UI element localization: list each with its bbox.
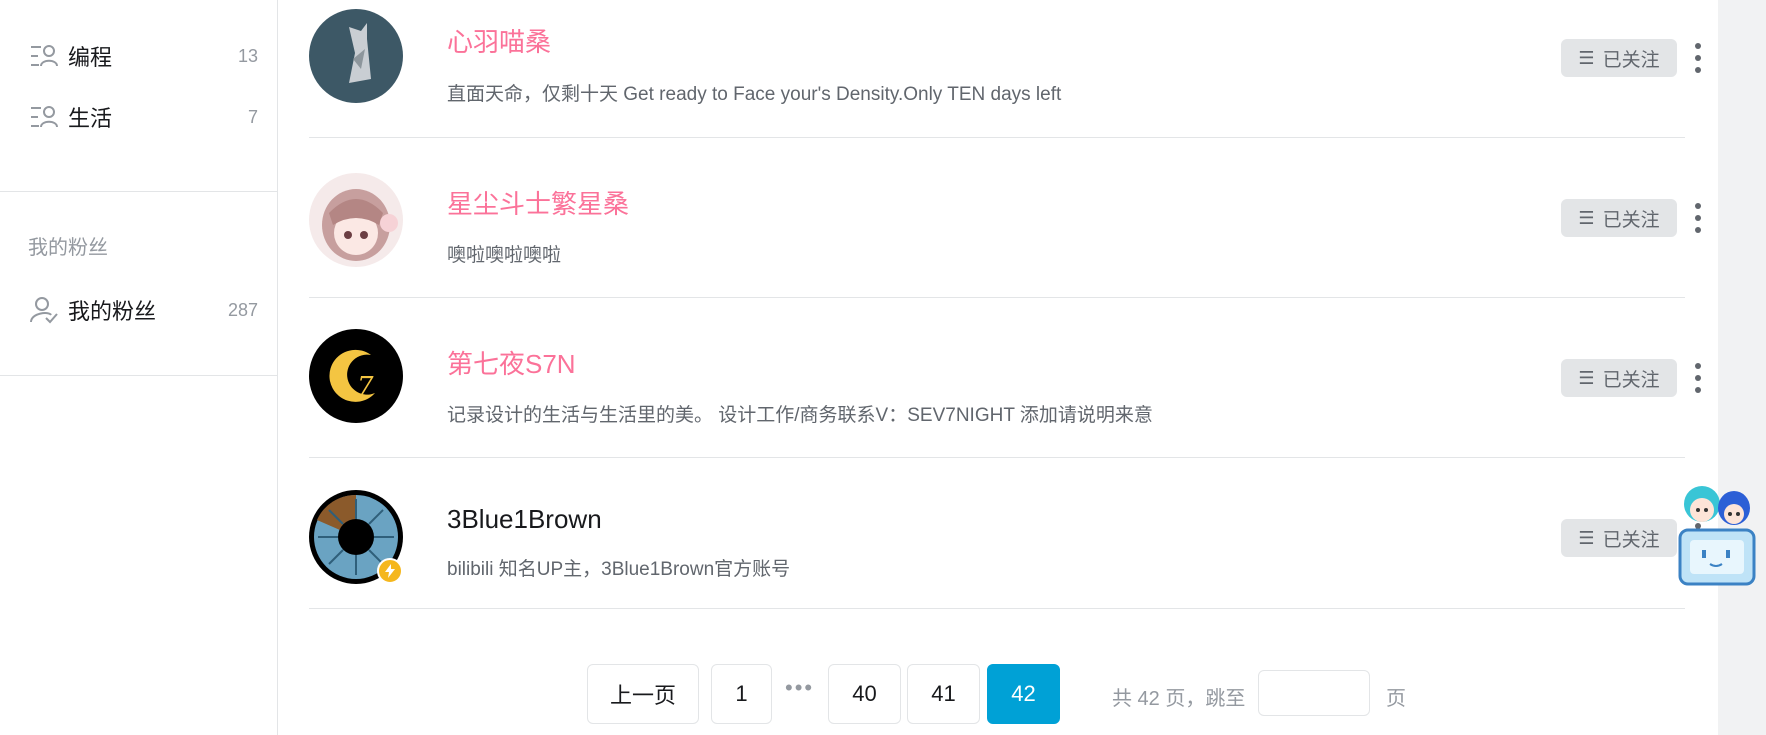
list-item: 7 第七夜S7N 记录设计的生活与生活里的美。 设计工作/商务联系V：SEV7N… — [309, 298, 1701, 458]
page-button-40[interactable]: 40 — [828, 664, 901, 724]
sidebar-item-my-fans[interactable]: 我的粉丝 287 — [28, 290, 258, 330]
user-name[interactable]: 心羽喵桑 — [447, 22, 551, 59]
followed-button[interactable]: ☰ 已关注 — [1561, 359, 1677, 397]
sidebar-item-programming[interactable]: 编程 13 — [28, 36, 258, 76]
group-list-icon — [28, 40, 60, 72]
page-jump-input[interactable] — [1258, 670, 1370, 716]
followed-label: 已关注 — [1602, 369, 1660, 391]
group-list-icon — [28, 101, 60, 133]
sidebar-item-count: 13 — [237, 45, 258, 66]
sidebar-item-label: 生活 — [68, 106, 113, 131]
prev-page-button[interactable]: 上一页 — [587, 664, 699, 724]
fans-check-icon — [28, 294, 60, 326]
sidebar-item-life[interactable]: 生活 7 — [28, 97, 258, 137]
pagination-ellipsis: ••• — [785, 675, 815, 700]
menu-lines-icon: ☰ — [1578, 527, 1595, 548]
menu-lines-icon: ☰ — [1578, 47, 1595, 68]
followed-label: 已关注 — [1602, 529, 1660, 551]
fans-section-title: 我的粉丝 — [28, 237, 108, 259]
page-button-42-current[interactable]: 42 — [987, 664, 1060, 724]
page-button-1[interactable]: 1 — [711, 664, 772, 724]
page-button-41[interactable]: 41 — [907, 664, 980, 724]
user-sign: 噢啦噢啦噢啦 — [447, 245, 562, 266]
menu-lines-icon: ☰ — [1578, 367, 1595, 388]
right-gutter — [1718, 0, 1766, 735]
list-item: 心羽喵桑 直面天命，仅剩十天 Get ready to Face your's … — [309, 0, 1701, 138]
user-sign: 直面天命，仅剩十天 Get ready to Face your's Densi… — [447, 84, 1062, 105]
more-vertical-icon[interactable] — [1689, 363, 1707, 393]
followed-button[interactable]: ☰ 已关注 — [1561, 199, 1677, 237]
sidebar-item-label: 我的粉丝 — [68, 299, 157, 324]
avatar[interactable]: 7 — [309, 329, 403, 423]
sidebar-item-count: 287 — [227, 299, 258, 320]
user-name[interactable]: 第七夜S7N — [447, 344, 576, 381]
avatar[interactable] — [309, 173, 403, 267]
mascot-icon[interactable] — [1668, 474, 1766, 594]
list-item: 3Blue1Brown bilibili 知名UP主，3Blue1Brown官方… — [309, 458, 1701, 609]
followed-label: 已关注 — [1602, 49, 1660, 71]
pagination-suffix: 页 — [1386, 688, 1406, 710]
followed-button[interactable]: ☰ 已关注 — [1561, 39, 1677, 77]
svg-text:7: 7 — [357, 372, 374, 402]
avatar[interactable] — [309, 490, 403, 584]
list-item: 星尘斗士繁星桑 噢啦噢啦噢啦 ☰ 已关注 — [309, 138, 1701, 298]
more-vertical-icon[interactable] — [1689, 43, 1707, 73]
sidebar-item-label: 编程 — [68, 45, 113, 70]
more-vertical-icon[interactable] — [1689, 203, 1707, 233]
followed-button[interactable]: ☰ 已关注 — [1561, 519, 1677, 557]
user-sign: 记录设计的生活与生活里的美。 设计工作/商务联系V：SEV7NIGHT 添加请说… — [447, 405, 1153, 426]
user-name[interactable]: 3Blue1Brown — [447, 504, 602, 535]
sidebar-divider — [0, 375, 278, 376]
pagination-total: 共 42 页，跳至 — [1112, 688, 1246, 710]
avatar[interactable] — [309, 9, 403, 103]
sidebar: 编程 13 生活 7 我的粉丝 我的粉丝 287 — [0, 0, 278, 735]
user-sign: bilibili 知名UP主，3Blue1Brown官方账号 — [447, 559, 791, 580]
follow-list: 心羽喵桑 直面天命，仅剩十天 Get ready to Face your's … — [278, 0, 1718, 735]
sidebar-item-count: 7 — [247, 106, 258, 127]
followed-label: 已关注 — [1602, 209, 1660, 231]
user-name[interactable]: 星尘斗士繁星桑 — [447, 184, 629, 221]
lightning-badge-icon — [377, 558, 403, 584]
sidebar-divider — [0, 191, 278, 192]
menu-lines-icon: ☰ — [1578, 207, 1595, 228]
